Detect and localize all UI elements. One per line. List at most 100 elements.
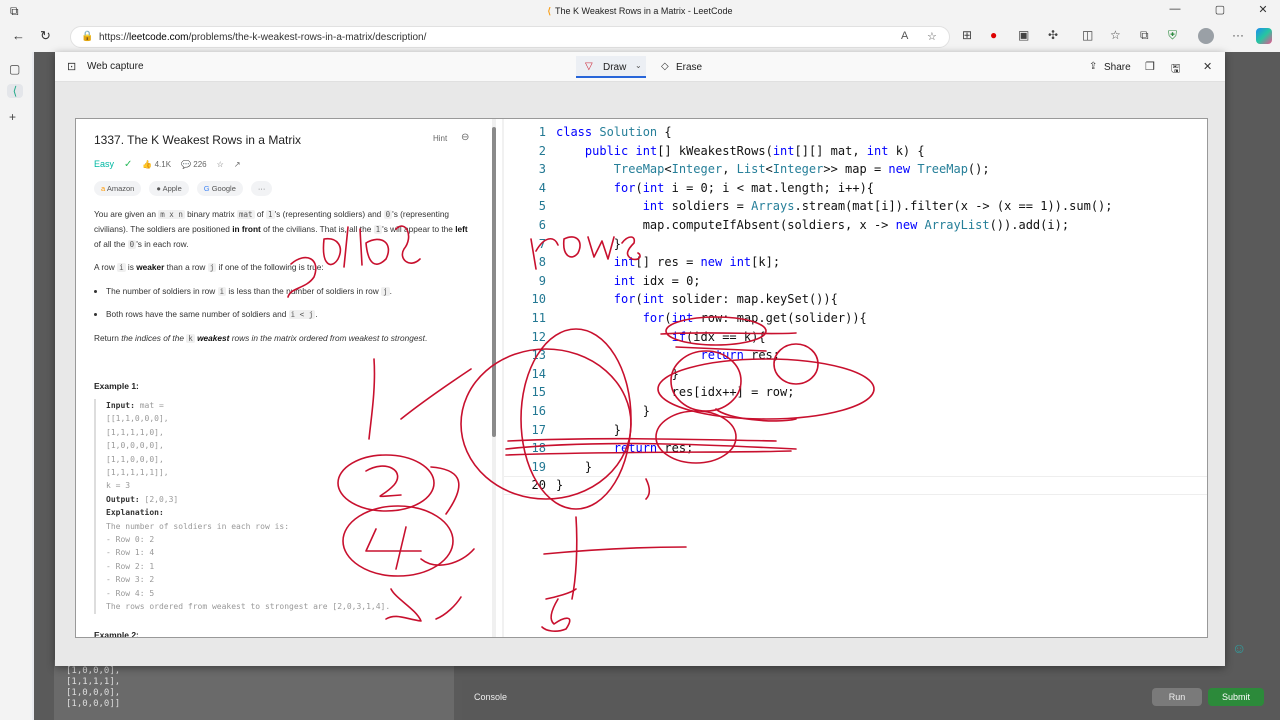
extension-icon[interactable]: ⊞ xyxy=(962,28,972,42)
chevron-down-icon[interactable]: ⌄ xyxy=(635,61,642,70)
company-tag-apple[interactable]: ● Apple xyxy=(149,181,189,196)
problem-paragraph-1: You are given an m x n binary matrix mat… xyxy=(94,209,468,249)
share-link-icon[interactable]: ↗ xyxy=(234,160,241,169)
example-2-title: Example 2: xyxy=(94,630,139,638)
condition-2: Both rows have the same number of soldie… xyxy=(106,307,474,322)
code-line[interactable]: if(idx == k){ xyxy=(556,328,1113,347)
collections-icon[interactable]: ⧉ xyxy=(1140,28,1149,43)
code-line[interactable]: for(int solider: map.keySet()){ xyxy=(556,290,1113,309)
vertical-tab-bar: ▢ ⟨ + xyxy=(0,52,32,720)
console-label[interactable]: Console xyxy=(474,692,507,702)
share-label: Share xyxy=(1104,62,1131,73)
description-scrollbar[interactable] xyxy=(492,119,496,637)
more-icon[interactable]: ··· xyxy=(1232,28,1244,42)
problem-paragraph-3: Return the indices of the k weakest rows… xyxy=(94,333,428,343)
line-number: 1 xyxy=(538,125,546,139)
more-tags-button[interactable]: ··· xyxy=(250,181,273,196)
code-line[interactable]: class Solution { xyxy=(556,123,1113,142)
profile-avatar[interactable] xyxy=(1198,28,1214,44)
code-line[interactable]: public int[] kWeakestRows(int[][] mat, i… xyxy=(556,142,1113,161)
code-lines[interactable]: class Solution { public int[] kWeakestRo… xyxy=(556,123,1113,495)
opera-extension-icon[interactable]: ● xyxy=(990,28,997,42)
erase-button[interactable]: ◇ Erase xyxy=(659,56,719,78)
line-number: 2 xyxy=(538,143,546,158)
code-line[interactable]: int idx = 0; xyxy=(556,272,1113,291)
image-extension-icon[interactable]: ▣ xyxy=(1018,28,1029,42)
code-line[interactable]: } xyxy=(556,458,1113,477)
code-line[interactable]: return res; xyxy=(556,346,1113,365)
company-tag-google[interactable]: G Google xyxy=(196,181,243,196)
google-icon: G xyxy=(203,184,210,193)
leetcode-tab-icon[interactable]: ⟨ xyxy=(7,84,23,98)
code-line[interactable]: for(int row: map.get(solider)){ xyxy=(556,309,1113,328)
more-options-icon[interactable]: ⊖ xyxy=(461,132,469,143)
problem-title[interactable]: 1337. The K Weakest Rows in a Matrix xyxy=(94,133,480,147)
dislike-button[interactable]: 💬 226 xyxy=(181,160,207,169)
code-line[interactable]: int[] res = new int[k]; xyxy=(556,253,1113,272)
code-line[interactable]: TreeMap<Integer, List<Integer>> map = ne… xyxy=(556,160,1113,179)
company-tag-amazon[interactable]: a Amazon xyxy=(94,181,142,196)
code-line[interactable]: res[idx++] = row; xyxy=(556,383,1113,402)
apple-icon: ● xyxy=(156,184,161,193)
new-tab-icon[interactable]: + xyxy=(9,110,16,124)
address-bar[interactable]: 🔒 https://leetcode.com/problems/the-k-we… xyxy=(70,26,950,48)
code-line[interactable]: } xyxy=(556,365,1113,384)
amazon-icon: a xyxy=(101,184,106,193)
minimize-icon[interactable]: — xyxy=(1160,3,1190,15)
line-number: 11 xyxy=(531,310,546,325)
problem-paragraph-2: A row i is weaker than a row j if one of… xyxy=(94,262,324,272)
hint-button[interactable]: Hint xyxy=(433,134,447,143)
favorite-star-icon[interactable]: ☆ xyxy=(927,30,937,43)
code-line[interactable]: } xyxy=(556,421,1113,440)
favorites-icon[interactable]: ☆ xyxy=(1110,28,1121,42)
code-line[interactable]: for(int i = 0; i < mat.length; i++){ xyxy=(556,179,1113,198)
line-number: 4 xyxy=(538,180,546,195)
submit-button[interactable]: Submit xyxy=(1208,688,1264,706)
share-button[interactable]: ⇪ Share xyxy=(1089,56,1139,78)
copy-icon[interactable]: ❐ xyxy=(1145,60,1155,73)
line-number: 7 xyxy=(538,236,546,251)
code-line[interactable]: } xyxy=(556,476,1113,495)
line-number: 18 xyxy=(531,441,546,456)
star-icon[interactable]: ☆ xyxy=(217,160,224,169)
share-icon: ⇪ xyxy=(1089,61,1098,72)
code-editor[interactable]: 1 2 3 4 5 6 7 8 9 10 11 12 13 14 15 16 17 18 19 20 class So… xyxy=(504,119,1207,637)
like-button[interactable]: 👍 4.1K xyxy=(142,160,171,169)
web-capture-title: Web capture xyxy=(87,61,144,72)
split-screen-icon[interactable]: ◫ xyxy=(1082,28,1093,42)
window-title: ⟨ The K Weakest Rows in a Matrix - LeetCo… xyxy=(0,6,1280,17)
tab-actions-icon[interactable]: ▢ xyxy=(9,62,20,76)
copilot-icon[interactable] xyxy=(1256,28,1272,44)
vpn-icon[interactable]: ⛨ xyxy=(1168,28,1177,43)
feedback-icon[interactable]: ☺ xyxy=(1232,640,1246,656)
code-line[interactable]: map.computeIfAbsent(soldiers, x -> new A… xyxy=(556,216,1113,235)
draw-button[interactable]: ▽ Draw ⌄ xyxy=(576,56,646,78)
url-text: https://leetcode.com/problems/the-k-weak… xyxy=(99,32,427,43)
thumbs-up-icon: 👍 xyxy=(142,159,153,169)
code-line[interactable]: } xyxy=(556,402,1113,421)
run-button[interactable]: Run xyxy=(1152,688,1202,706)
back-icon[interactable]: ← xyxy=(12,28,25,43)
close-capture-icon[interactable]: ✕ xyxy=(1203,60,1212,73)
close-window-icon[interactable]: ✕ xyxy=(1248,3,1278,16)
code-line[interactable]: } xyxy=(556,235,1113,254)
maximize-icon[interactable]: ▢ xyxy=(1205,3,1235,16)
line-number: 14 xyxy=(531,366,546,381)
company-tags: a Amazon ● Apple G Google ··· xyxy=(94,181,273,196)
refresh-icon[interactable]: ↻ xyxy=(40,28,51,44)
line-number: 5 xyxy=(538,199,546,214)
line-number: 20 xyxy=(531,478,546,493)
scrollbar-thumb[interactable] xyxy=(492,127,496,437)
code-line[interactable]: int soldiers = Arrays.stream(mat[i]).fil… xyxy=(556,197,1113,216)
code-line[interactable]: return res; xyxy=(556,439,1113,458)
save-icon[interactable]: 🖫 xyxy=(1171,60,1180,79)
lock-icon: 🔒 xyxy=(81,31,94,42)
web-capture-panel: ⊡ Web capture ▽ Draw ⌄ ◇ Erase ⇪ Share ❐… xyxy=(55,52,1225,666)
eraser-icon: ◇ xyxy=(661,61,669,72)
puzzle-icon[interactable]: ✣ xyxy=(1048,28,1058,42)
read-aloud-icon[interactable]: A xyxy=(901,30,908,42)
condition-1: The number of soldiers in row i is less … xyxy=(106,284,474,299)
line-number: 3 xyxy=(538,162,546,177)
line-number: 19 xyxy=(531,459,546,474)
web-capture-toolbar: ⊡ Web capture ▽ Draw ⌄ ◇ Erase ⇪ Share ❐… xyxy=(55,52,1225,82)
